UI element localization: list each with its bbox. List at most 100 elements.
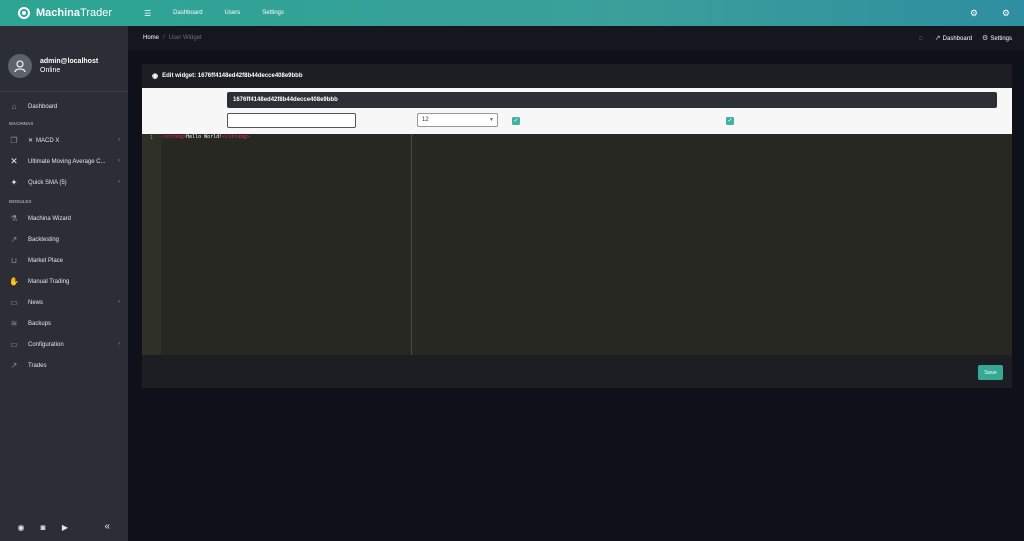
- breadcrumb-dashboard-link[interactable]: ↗ Dashboard: [935, 34, 972, 42]
- youtube-icon[interactable]: ▶: [60, 523, 70, 532]
- flask-icon: ⚗: [10, 214, 18, 223]
- select-value: 12: [422, 117, 429, 123]
- user-name: admin@localhost: [40, 57, 99, 65]
- sidebar-item-backtesting[interactable]: ↗ Backtesting: [0, 229, 128, 250]
- topnav-users-link[interactable]: Users: [225, 10, 241, 16]
- chevron-right-icon: ›: [118, 341, 120, 347]
- topnav-dashboard-link[interactable]: Dashboard: [173, 10, 202, 16]
- folder-icon: ▭: [10, 298, 18, 307]
- widget-form: 1676ff4148ed42f8b44decce408e9bbb 12 ▼ ✓ …: [142, 88, 1012, 134]
- top-navbar: ☰ Dashboard Users Settings ⚙ ⚙: [128, 0, 1024, 26]
- brand-name-bold: Machina: [36, 7, 81, 19]
- save-button[interactable]: Save: [978, 365, 1003, 380]
- sidebar-item-macd-x[interactable]: ❐ ✕ MACD X ›: [0, 130, 128, 151]
- sidebar-item-ultimate-moving-average[interactable]: ✕ Ultimate Moving Average C... ›: [0, 151, 128, 172]
- widget-name-field[interactable]: 1676ff4148ed42f8b44decce408e9bbb: [227, 92, 997, 108]
- chevron-right-icon: ›: [118, 158, 120, 164]
- widget-size-select[interactable]: 12 ▼: [417, 113, 498, 127]
- topnav-settings-link[interactable]: Settings: [262, 10, 284, 16]
- folder-icon: ▭: [10, 340, 18, 349]
- sidebar-footer: ◉ ◙ ▶ «: [0, 513, 128, 541]
- sidebar-item-configuration[interactable]: ▭ Configuration ›: [0, 334, 128, 355]
- sidebar-item-label: Backups: [28, 320, 52, 327]
- basket-icon: ⊔: [10, 256, 18, 265]
- chart-line-icon: ↗: [934, 35, 941, 42]
- collapse-sidebar-icon[interactable]: «: [104, 521, 110, 532]
- code-line[interactable]: <strong>Hello World!</strong>: [162, 134, 249, 140]
- edit-circle-icon: ◉: [152, 73, 159, 80]
- sidebar: Machina Trader admin@localhost Online ⌂ D…: [0, 0, 128, 541]
- gears-icon: ⚙: [982, 35, 989, 42]
- discord-icon[interactable]: ◙: [38, 523, 48, 532]
- hamburger-menu-icon[interactable]: ☰: [144, 9, 151, 18]
- user-status: Online: [40, 66, 61, 74]
- avatar[interactable]: [8, 53, 32, 78]
- editor-gutter: 1: [142, 134, 161, 355]
- sidebar-item-label: Market Place: [28, 257, 64, 264]
- chevron-right-icon: ›: [118, 299, 120, 305]
- option-checkbox-1[interactable]: ✓: [512, 117, 520, 125]
- breadcrumb-settings-link[interactable]: ⚙ Settings: [982, 34, 1012, 42]
- section-heading-modules: MODULES: [9, 199, 32, 204]
- edit-widget-card: ◉ Edit widget: 1676ff4148ed42f8b44decce4…: [142, 64, 1012, 388]
- sidebar-item-machina-wizard[interactable]: ⚗ Machina Wizard: [0, 208, 128, 229]
- code-text: Hello World!: [186, 134, 223, 140]
- chevron-right-icon: ›: [118, 137, 120, 143]
- sidebar-item-backups[interactable]: ≋ Backups: [0, 313, 128, 334]
- user-icon: [14, 59, 26, 72]
- check-icon: ✓: [513, 118, 519, 124]
- sidebar-item-manual-trading[interactable]: ✋ Manual Trading: [0, 271, 128, 292]
- chart-line-icon: ↗: [10, 361, 18, 370]
- sidebar-item-label: Quick SMA (5): [28, 179, 67, 186]
- globe-icon[interactable]: ◉: [16, 523, 26, 532]
- gear-icon[interactable]: ⚙: [970, 8, 978, 19]
- copy-icon: ❐: [10, 136, 18, 145]
- hand-icon: ✋: [9, 277, 19, 286]
- print-margin: [411, 134, 412, 355]
- sidebar-item-label: MACD X: [36, 137, 60, 144]
- sidebar-item-label: Dashboard: [28, 103, 58, 110]
- settings-link-label: Settings: [990, 36, 1012, 42]
- machina-diamond-icon: ✦: [10, 178, 18, 187]
- chevron-right-icon: ›: [118, 179, 120, 185]
- breadcrumb-separator: /: [163, 35, 165, 41]
- breadcrumb-home-link[interactable]: Home: [143, 35, 159, 41]
- brand-logo[interactable]: Machina Trader: [0, 0, 128, 26]
- code-close-tag: </strong>: [222, 134, 250, 140]
- sidebar-item-label: Ultimate Moving Average C...: [28, 158, 106, 165]
- brand-icon: [18, 7, 30, 19]
- brand-name-rest: Trader: [80, 7, 113, 19]
- card-header: ◉ Edit widget: 1676ff4148ed42f8b44decce4…: [142, 64, 1012, 88]
- sidebar-item-quick-sma[interactable]: ✦ Quick SMA (5) ›: [0, 172, 128, 193]
- sidebar-item-trades[interactable]: ↗ Trades: [0, 355, 128, 376]
- home-icon: ⌂: [11, 102, 17, 111]
- sidebar-item-label: Machina Wizard: [28, 215, 72, 222]
- sidebar-item-label: News: [28, 299, 44, 306]
- sidebar-item-label: Trades: [28, 362, 47, 369]
- machina-x-icon: ✕: [28, 138, 34, 144]
- line-number: 1: [149, 135, 153, 141]
- code-open-tag: <strong>: [162, 134, 187, 140]
- breadcrumb-current: User Widget: [168, 35, 202, 41]
- chat-icon[interactable]: ◌: [919, 35, 923, 42]
- dashboard-link-label: Dashboard: [942, 36, 973, 42]
- sidebar-item-label: Configuration: [28, 341, 64, 348]
- chart-line-icon: ↗: [10, 235, 18, 244]
- settings-gear-icon[interactable]: ⚙: [1002, 8, 1010, 19]
- option-checkbox-2[interactable]: ✓: [726, 117, 734, 125]
- widget-text-input[interactable]: [227, 113, 356, 128]
- sidebar-item-label: Manual Trading: [28, 278, 70, 285]
- card-title: Edit widget: 1676ff4148ed42f8b44decce408…: [162, 73, 303, 79]
- section-heading-machinas: MACHINAS: [9, 121, 34, 126]
- code-editor[interactable]: 1 <strong>Hello World!</strong>: [142, 134, 1012, 355]
- machina-x-icon: ✕: [10, 156, 18, 166]
- chevron-down-icon: ▼: [489, 117, 494, 123]
- user-panel: admin@localhost Online: [0, 40, 128, 92]
- sidebar-item-dashboard[interactable]: ⌂ Dashboard: [0, 96, 128, 117]
- check-icon: ✓: [727, 118, 733, 124]
- database-icon: ≋: [10, 319, 18, 328]
- sidebar-item-label: Backtesting: [28, 236, 60, 243]
- sidebar-item-news[interactable]: ▭ News ›: [0, 292, 128, 313]
- sidebar-item-market-place[interactable]: ⊔ Market Place: [0, 250, 128, 271]
- breadcrumb: Home / User Widget ◌ ↗ Dashboard ⚙ Setting…: [128, 26, 1024, 50]
